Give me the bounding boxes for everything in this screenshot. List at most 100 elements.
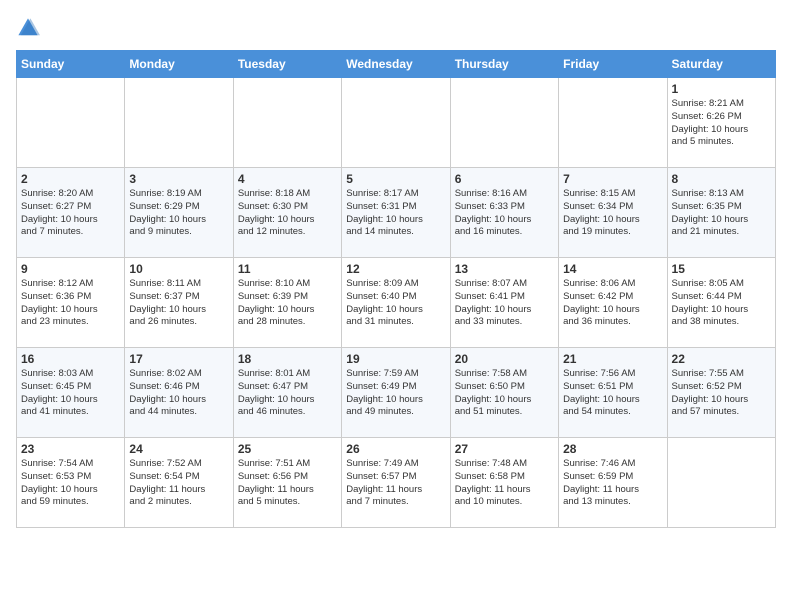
header-monday: Monday bbox=[125, 51, 233, 78]
day-info: Sunrise: 7:54 AM Sunset: 6:53 PM Dayligh… bbox=[21, 458, 120, 509]
day-number: 4 bbox=[238, 172, 337, 186]
day-info: Sunrise: 8:07 AM Sunset: 6:41 PM Dayligh… bbox=[455, 278, 554, 329]
calendar-cell: 3 Sunrise: 8:19 AM Sunset: 6:29 PM Daylig… bbox=[125, 168, 233, 258]
calendar-cell: 13 Sunrise: 8:07 AM Sunset: 6:41 PM Dayli… bbox=[450, 258, 558, 348]
day-number: 15 bbox=[672, 262, 771, 276]
calendar-cell: 28Sunrise: 7:46 AM Sunset: 6:59 PM Dayli… bbox=[559, 438, 667, 528]
day-info: Sunrise: 8:06 AM Sunset: 6:42 PM Dayligh… bbox=[563, 278, 662, 329]
calendar-cell: 4 Sunrise: 8:18 AM Sunset: 6:30 PM Daylig… bbox=[233, 168, 341, 258]
day-number: 24 bbox=[129, 442, 228, 456]
day-number: 13 bbox=[455, 262, 554, 276]
day-number: 1 bbox=[672, 82, 771, 96]
calendar-cell: 19 Sunrise: 7:59 AM Sunset: 6:49 PM Dayli… bbox=[342, 348, 450, 438]
calendar-cell bbox=[667, 438, 775, 528]
day-number: 21 bbox=[563, 352, 662, 366]
calendar-cell: 9 Sunrise: 8:12 AM Sunset: 6:36 PM Daylig… bbox=[17, 258, 125, 348]
day-number: 12 bbox=[346, 262, 445, 276]
calendar-cell: 21 Sunrise: 7:56 AM Sunset: 6:51 PM Dayli… bbox=[559, 348, 667, 438]
day-number: 11 bbox=[238, 262, 337, 276]
calendar-cell bbox=[559, 78, 667, 168]
day-info: Sunrise: 8:19 AM Sunset: 6:29 PM Dayligh… bbox=[129, 188, 228, 239]
day-info: Sunrise: 8:21 AM Sunset: 6:26 PM Dayligh… bbox=[672, 98, 771, 149]
header-tuesday: Tuesday bbox=[233, 51, 341, 78]
calendar-header-row: SundayMondayTuesdayWednesdayThursdayFrid… bbox=[17, 51, 776, 78]
calendar-week-1: 2 Sunrise: 8:20 AM Sunset: 6:27 PM Daylig… bbox=[17, 168, 776, 258]
day-number: 8 bbox=[672, 172, 771, 186]
day-number: 25 bbox=[238, 442, 337, 456]
day-info: Sunrise: 7:59 AM Sunset: 6:49 PM Dayligh… bbox=[346, 368, 445, 419]
day-number: 22 bbox=[672, 352, 771, 366]
day-info: Sunrise: 7:52 AM Sunset: 6:54 PM Dayligh… bbox=[129, 458, 228, 509]
day-info: Sunrise: 8:10 AM Sunset: 6:39 PM Dayligh… bbox=[238, 278, 337, 329]
logo-icon bbox=[16, 16, 40, 40]
logo bbox=[16, 16, 44, 40]
day-number: 9 bbox=[21, 262, 120, 276]
day-number: 7 bbox=[563, 172, 662, 186]
day-info: Sunrise: 8:12 AM Sunset: 6:36 PM Dayligh… bbox=[21, 278, 120, 329]
calendar-cell bbox=[125, 78, 233, 168]
calendar-cell: 16Sunrise: 8:03 AM Sunset: 6:45 PM Dayli… bbox=[17, 348, 125, 438]
day-info: Sunrise: 8:15 AM Sunset: 6:34 PM Dayligh… bbox=[563, 188, 662, 239]
calendar-cell: 1 Sunrise: 8:21 AM Sunset: 6:26 PM Daylig… bbox=[667, 78, 775, 168]
day-number: 17 bbox=[129, 352, 228, 366]
day-info: Sunrise: 8:17 AM Sunset: 6:31 PM Dayligh… bbox=[346, 188, 445, 239]
calendar-table: SundayMondayTuesdayWednesdayThursdayFrid… bbox=[16, 50, 776, 528]
day-number: 26 bbox=[346, 442, 445, 456]
day-info: Sunrise: 8:18 AM Sunset: 6:30 PM Dayligh… bbox=[238, 188, 337, 239]
page-header bbox=[16, 16, 776, 40]
day-number: 20 bbox=[455, 352, 554, 366]
day-number: 19 bbox=[346, 352, 445, 366]
day-info: Sunrise: 7:58 AM Sunset: 6:50 PM Dayligh… bbox=[455, 368, 554, 419]
calendar-cell bbox=[233, 78, 341, 168]
day-number: 16 bbox=[21, 352, 120, 366]
day-number: 2 bbox=[21, 172, 120, 186]
calendar-cell: 8Sunrise: 8:13 AM Sunset: 6:35 PM Daylig… bbox=[667, 168, 775, 258]
header-wednesday: Wednesday bbox=[342, 51, 450, 78]
calendar-cell: 17Sunrise: 8:02 AM Sunset: 6:46 PM Dayli… bbox=[125, 348, 233, 438]
day-info: Sunrise: 7:48 AM Sunset: 6:58 PM Dayligh… bbox=[455, 458, 554, 509]
calendar-cell: 5 Sunrise: 8:17 AM Sunset: 6:31 PM Daylig… bbox=[342, 168, 450, 258]
calendar-cell: 12 Sunrise: 8:09 AM Sunset: 6:40 PM Dayli… bbox=[342, 258, 450, 348]
calendar-week-3: 16Sunrise: 8:03 AM Sunset: 6:45 PM Dayli… bbox=[17, 348, 776, 438]
calendar-cell: 18 Sunrise: 8:01 AM Sunset: 6:47 PM Dayli… bbox=[233, 348, 341, 438]
day-info: Sunrise: 7:49 AM Sunset: 6:57 PM Dayligh… bbox=[346, 458, 445, 509]
day-number: 14 bbox=[563, 262, 662, 276]
calendar-week-0: 1 Sunrise: 8:21 AM Sunset: 6:26 PM Daylig… bbox=[17, 78, 776, 168]
calendar-cell: 6 Sunrise: 8:16 AM Sunset: 6:33 PM Daylig… bbox=[450, 168, 558, 258]
calendar-cell bbox=[342, 78, 450, 168]
header-friday: Friday bbox=[559, 51, 667, 78]
calendar-cell bbox=[450, 78, 558, 168]
calendar-week-2: 9 Sunrise: 8:12 AM Sunset: 6:36 PM Daylig… bbox=[17, 258, 776, 348]
day-info: Sunrise: 8:20 AM Sunset: 6:27 PM Dayligh… bbox=[21, 188, 120, 239]
day-number: 18 bbox=[238, 352, 337, 366]
day-number: 3 bbox=[129, 172, 228, 186]
day-number: 5 bbox=[346, 172, 445, 186]
header-thursday: Thursday bbox=[450, 51, 558, 78]
day-info: Sunrise: 8:09 AM Sunset: 6:40 PM Dayligh… bbox=[346, 278, 445, 329]
calendar-cell: 26 Sunrise: 7:49 AM Sunset: 6:57 PM Dayli… bbox=[342, 438, 450, 528]
day-number: 27 bbox=[455, 442, 554, 456]
calendar-cell bbox=[17, 78, 125, 168]
calendar-cell: 15 Sunrise: 8:05 AM Sunset: 6:44 PM Dayli… bbox=[667, 258, 775, 348]
calendar-week-4: 23 Sunrise: 7:54 AM Sunset: 6:53 PM Dayli… bbox=[17, 438, 776, 528]
day-number: 10 bbox=[129, 262, 228, 276]
calendar-cell: 24 Sunrise: 7:52 AM Sunset: 6:54 PM Dayli… bbox=[125, 438, 233, 528]
day-info: Sunrise: 8:05 AM Sunset: 6:44 PM Dayligh… bbox=[672, 278, 771, 329]
calendar-cell: 20 Sunrise: 7:58 AM Sunset: 6:50 PM Dayli… bbox=[450, 348, 558, 438]
calendar-cell: 14 Sunrise: 8:06 AM Sunset: 6:42 PM Dayli… bbox=[559, 258, 667, 348]
day-number: 23 bbox=[21, 442, 120, 456]
day-info: Sunrise: 7:56 AM Sunset: 6:51 PM Dayligh… bbox=[563, 368, 662, 419]
calendar-cell: 2 Sunrise: 8:20 AM Sunset: 6:27 PM Daylig… bbox=[17, 168, 125, 258]
day-info: Sunrise: 8:01 AM Sunset: 6:47 PM Dayligh… bbox=[238, 368, 337, 419]
calendar-cell: 7 Sunrise: 8:15 AM Sunset: 6:34 PM Daylig… bbox=[559, 168, 667, 258]
day-info: Sunrise: 7:46 AM Sunset: 6:59 PM Dayligh… bbox=[563, 458, 662, 509]
calendar-cell: 23 Sunrise: 7:54 AM Sunset: 6:53 PM Dayli… bbox=[17, 438, 125, 528]
day-info: Sunrise: 7:51 AM Sunset: 6:56 PM Dayligh… bbox=[238, 458, 337, 509]
day-info: Sunrise: 7:55 AM Sunset: 6:52 PM Dayligh… bbox=[672, 368, 771, 419]
header-sunday: Sunday bbox=[17, 51, 125, 78]
header-saturday: Saturday bbox=[667, 51, 775, 78]
day-info: Sunrise: 8:16 AM Sunset: 6:33 PM Dayligh… bbox=[455, 188, 554, 239]
calendar-cell: 25 Sunrise: 7:51 AM Sunset: 6:56 PM Dayli… bbox=[233, 438, 341, 528]
calendar-cell: 27 Sunrise: 7:48 AM Sunset: 6:58 PM Dayli… bbox=[450, 438, 558, 528]
day-number: 6 bbox=[455, 172, 554, 186]
